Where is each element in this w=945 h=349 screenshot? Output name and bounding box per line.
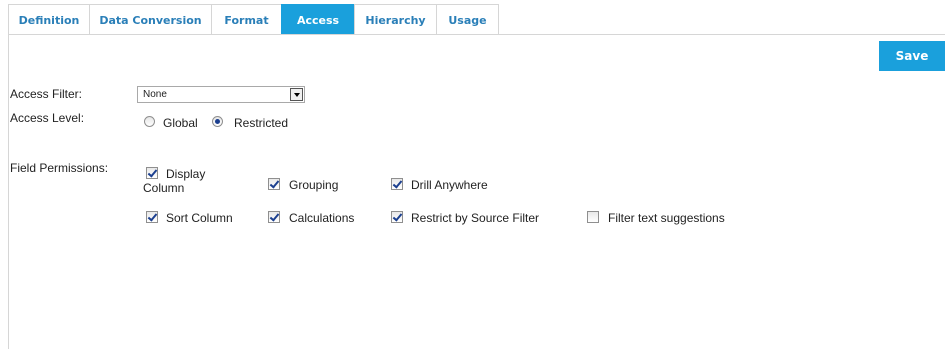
checkbox-display-column-label-line1: Display [166,167,206,181]
tab-bar: Definition Data Conversion Format Access… [8,4,499,35]
tab-definition[interactable]: Definition [8,4,90,35]
checkbox-drill-anywhere[interactable] [391,178,403,190]
checkbox-grouping-label: Grouping [289,178,339,192]
chevron-down-icon[interactable] [290,88,303,101]
tab-access[interactable]: Access [281,4,355,35]
access-filter-select[interactable]: None [137,86,305,103]
checkbox-calculations[interactable] [268,211,280,223]
checkbox-drill-anywhere-label: Drill Anywhere [411,178,488,192]
save-button[interactable]: Save [879,41,945,71]
access-level-label: Access Level: [10,111,85,125]
tab-divider [8,34,945,35]
checkbox-sort-column[interactable] [146,211,158,223]
tab-format[interactable]: Format [211,4,282,35]
field-permissions-label: Field Permissions: [10,161,109,175]
checkbox-display-column[interactable] [146,167,158,179]
checkbox-filter-text-suggestions-label: Filter text suggestions [608,211,725,225]
tab-hierarchy[interactable]: Hierarchy [354,4,437,35]
checkbox-calculations-label: Calculations [289,211,355,225]
access-filter-value: None [143,89,167,100]
checkbox-sort-column-label: Sort Column [166,211,233,225]
tab-usage[interactable]: Usage [436,4,499,35]
access-filter-label: Access Filter: [10,87,83,101]
checkbox-restrict-by-source-filter[interactable] [391,211,403,223]
checkbox-grouping[interactable] [268,178,280,190]
panel-border [8,34,9,349]
radio-global-label: Global [163,116,198,130]
checkbox-filter-text-suggestions[interactable] [587,211,599,223]
tab-data-conversion[interactable]: Data Conversion [89,4,212,35]
checkbox-display-column-label-line2: Column [143,181,185,195]
radio-restricted-label: Restricted [234,116,289,130]
radio-global[interactable] [144,116,155,127]
checkbox-restrict-by-source-filter-label: Restrict by Source Filter [411,211,540,225]
radio-restricted[interactable] [212,116,223,127]
